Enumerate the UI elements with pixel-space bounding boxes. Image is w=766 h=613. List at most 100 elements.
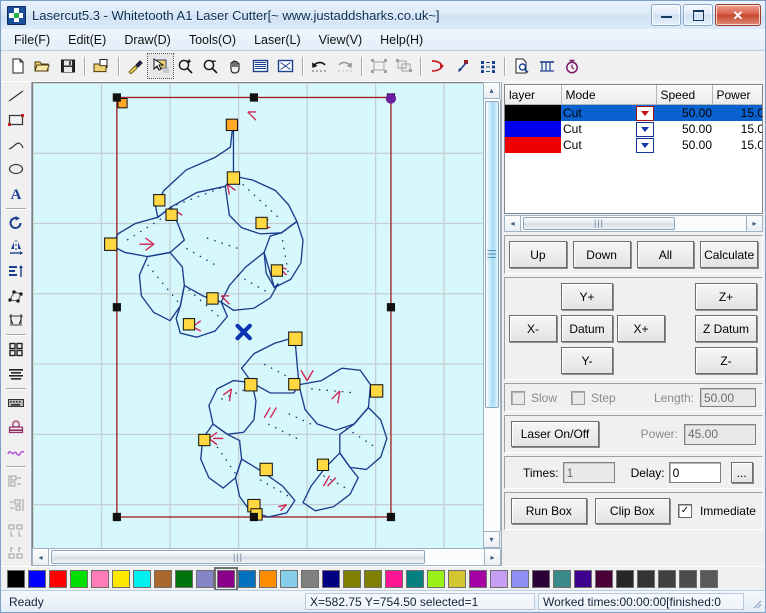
palette-swatch[interactable] xyxy=(490,569,508,588)
layer-mode-cell[interactable]: Cut xyxy=(561,104,656,121)
fit-selection-icon[interactable] xyxy=(273,54,298,78)
palette-swatch[interactable] xyxy=(301,569,319,588)
col-speed[interactable]: Speed xyxy=(656,85,713,105)
layer-scroll-right-button[interactable]: ▸ xyxy=(746,215,763,232)
layer-color-cell[interactable] xyxy=(505,121,561,137)
palette-swatch[interactable] xyxy=(91,569,109,588)
palette-swatch[interactable] xyxy=(196,569,214,588)
minimize-button[interactable] xyxy=(651,4,681,26)
power-input[interactable]: 45.00 xyxy=(684,423,756,445)
jog-z-minus-button[interactable]: Z- xyxy=(695,347,757,374)
table-row[interactable]: Cut 50.00 15.0 xyxy=(505,121,762,137)
layer-power-cell[interactable]: 15.0 xyxy=(712,121,762,137)
eyedropper-icon[interactable] xyxy=(123,54,148,78)
palette-swatch[interactable] xyxy=(133,569,151,588)
palette-swatch[interactable] xyxy=(595,569,613,588)
mirror-horizontal-icon[interactable] xyxy=(3,235,29,259)
scroll-right-button[interactable]: ▸ xyxy=(484,548,501,566)
menu-tools[interactable]: Tools(O) xyxy=(180,31,245,49)
mode-dropdown-button[interactable] xyxy=(636,121,654,137)
layer-up-button[interactable]: Up xyxy=(509,241,567,268)
line-tool-icon[interactable] xyxy=(3,84,29,108)
slow-checkbox[interactable] xyxy=(511,390,525,405)
menu-file[interactable]: File(F) xyxy=(5,31,59,49)
palette-swatch[interactable] xyxy=(70,569,88,588)
palette-swatch[interactable] xyxy=(214,566,238,591)
layer-table[interactable]: layer Mode Speed Power Cut 50.00 15.0 Cu… xyxy=(504,84,763,214)
vertical-scroll-thumb[interactable]: ||| xyxy=(485,101,499,408)
scroll-left-button[interactable]: ◂ xyxy=(32,548,49,566)
palette-swatch[interactable] xyxy=(700,569,718,588)
palette-swatch[interactable] xyxy=(574,569,592,588)
rotate-tool-icon[interactable] xyxy=(3,211,29,235)
pan-hand-icon[interactable] xyxy=(223,54,248,78)
menu-help[interactable]: Help(H) xyxy=(371,31,432,49)
arrow-path-icon[interactable] xyxy=(425,54,450,78)
table-row[interactable]: Cut 50.00 15.0 xyxy=(505,137,762,153)
zoom-in-icon[interactable] xyxy=(173,54,198,78)
vertical-scroll-track[interactable]: ||| xyxy=(483,99,501,531)
palette-swatch[interactable] xyxy=(553,569,571,588)
preview-icon[interactable] xyxy=(509,54,534,78)
laser-on-off-button[interactable]: Laser On/Off xyxy=(511,421,599,447)
select-arrow-icon[interactable] xyxy=(147,53,174,79)
palette-swatch[interactable] xyxy=(343,569,361,588)
palette-swatch[interactable] xyxy=(364,569,382,588)
layer-all-button[interactable]: All xyxy=(636,241,695,268)
layer-scroll-thumb[interactable]: ||| xyxy=(523,217,675,230)
menu-draw[interactable]: Draw(D) xyxy=(115,31,180,49)
group-icon[interactable] xyxy=(366,54,391,78)
col-layer[interactable]: layer xyxy=(505,85,562,105)
layer-mode-cell[interactable]: Cut xyxy=(561,121,656,137)
palette-swatch[interactable] xyxy=(7,569,25,588)
palette-swatch[interactable] xyxy=(280,569,298,588)
length-input[interactable]: 50.00 xyxy=(700,388,756,407)
mirror-vertical-icon[interactable] xyxy=(3,259,29,283)
palette-swatch[interactable] xyxy=(28,569,46,588)
resize-grip-icon[interactable] xyxy=(747,593,763,610)
polyline-tool-icon[interactable] xyxy=(3,133,29,157)
step-checkbox[interactable] xyxy=(571,390,586,405)
keyboard-icon[interactable] xyxy=(3,391,29,415)
delay-input[interactable]: 0 xyxy=(668,462,721,483)
palette-swatch[interactable] xyxy=(385,569,403,588)
jog-x-plus-button[interactable]: X+ xyxy=(617,315,665,342)
calculate-button[interactable]: Calculate xyxy=(700,241,758,268)
cut-array-icon[interactable] xyxy=(534,54,559,78)
palette-swatch[interactable] xyxy=(679,569,697,588)
align-top-icon[interactable] xyxy=(3,517,29,541)
palette-swatch[interactable] xyxy=(448,569,466,588)
ellipse-tool-icon[interactable] xyxy=(3,157,29,181)
more-options-button[interactable]: ... xyxy=(730,462,753,483)
clip-box-button[interactable]: Clip Box xyxy=(594,498,671,524)
layer-speed-cell[interactable]: 50.00 xyxy=(656,121,712,137)
order-list-icon[interactable] xyxy=(475,54,500,78)
jog-z-datum-button[interactable]: Z Datum xyxy=(695,315,757,342)
mode-dropdown-button[interactable] xyxy=(636,105,654,121)
layer-down-button[interactable]: Down xyxy=(572,241,631,268)
layer-color-cell[interactable] xyxy=(505,104,561,121)
node-direction-icon[interactable] xyxy=(450,54,475,78)
open-folder-icon[interactable] xyxy=(30,54,55,78)
curve-smooth-icon[interactable] xyxy=(3,440,29,464)
ungroup-icon[interactable] xyxy=(391,54,416,78)
layer-table-scrollbar[interactable]: ◂ ||| ▸ xyxy=(504,215,763,232)
jog-datum-button[interactable]: Datum xyxy=(561,315,613,342)
palette-swatch[interactable] xyxy=(154,569,172,588)
jog-x-minus-button[interactable]: X- xyxy=(509,315,557,342)
palette-swatch[interactable] xyxy=(238,569,256,588)
jog-z-plus-button[interactable]: Z+ xyxy=(695,283,757,310)
horizontal-scroll-thumb[interactable]: ||| xyxy=(51,550,425,564)
text-tool-icon[interactable]: A xyxy=(3,181,29,205)
mode-dropdown-button[interactable] xyxy=(636,137,654,153)
fit-page-icon[interactable] xyxy=(248,54,273,78)
menu-laser[interactable]: Laser(L) xyxy=(245,31,310,49)
drawing-canvas[interactable] xyxy=(32,82,483,548)
maximize-button[interactable] xyxy=(683,4,713,26)
jog-y-minus-button[interactable]: Y- xyxy=(561,347,613,374)
palette-swatch[interactable] xyxy=(175,569,193,588)
layer-speed-cell[interactable]: 50.00 xyxy=(656,137,712,153)
palette-swatch[interactable] xyxy=(511,569,529,588)
zoom-out-icon[interactable] xyxy=(198,54,223,78)
estimate-time-icon[interactable] xyxy=(559,54,584,78)
